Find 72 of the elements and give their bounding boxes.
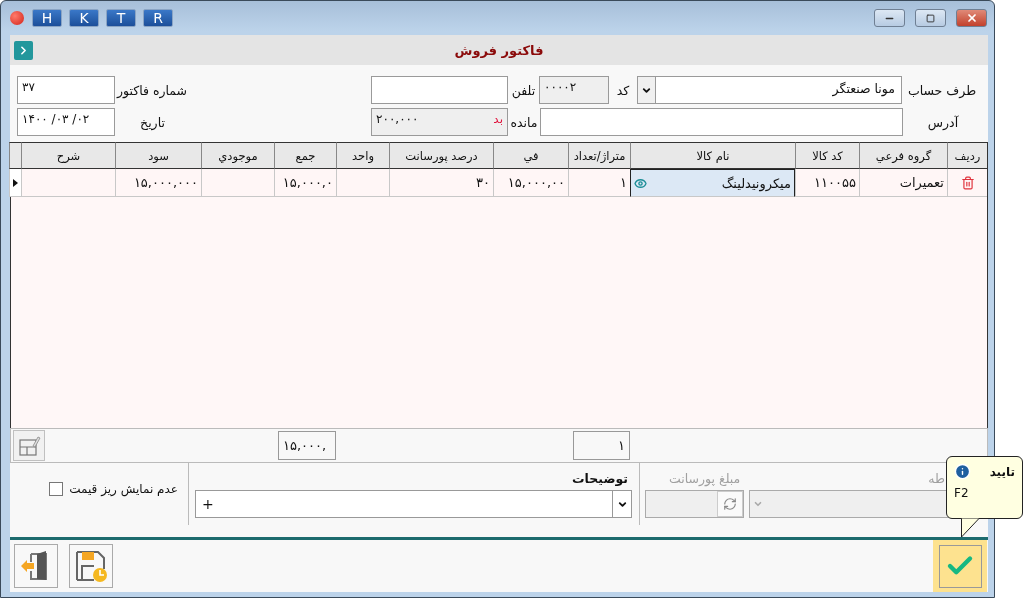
- table-cell[interactable]: میکرونیدلینگ: [630, 169, 795, 197]
- close-button[interactable]: [956, 9, 987, 27]
- toolbar-button[interactable]: H: [32, 9, 62, 27]
- column-header: واحد: [336, 142, 389, 169]
- row-marker-header: [9, 142, 21, 169]
- exit-button[interactable]: [14, 544, 58, 588]
- balance-value: ۲۰۰,۰۰۰: [376, 112, 419, 126]
- edit-grid-button[interactable]: [13, 430, 45, 461]
- column-header: درصد پورسانت: [389, 142, 493, 169]
- tooltip-text: F2: [954, 486, 970, 500]
- table-cell: ۱۵,۰۰۰,۰۰۰: [115, 169, 201, 197]
- address-field[interactable]: [540, 108, 903, 136]
- confirm-button[interactable]: [933, 540, 987, 592]
- column-header: ردیف: [947, 142, 987, 169]
- toolbar-button[interactable]: R: [143, 9, 173, 27]
- total-amount: ۱۵,۰۰۰,: [278, 431, 336, 460]
- column-header: متراژ/تعداد: [568, 142, 630, 169]
- table-cell: ۱۵,۰۰۰,۰۰: [493, 169, 568, 197]
- save-clock-icon: [74, 549, 108, 583]
- toolbar-button[interactable]: K: [69, 9, 99, 27]
- phone-field[interactable]: [371, 76, 508, 104]
- table-cell: تعمیرات: [859, 169, 947, 197]
- invoice-number-field[interactable]: ۳۷: [17, 76, 115, 104]
- balance-status: بد: [493, 112, 503, 126]
- tooltip-title: تایید: [989, 464, 1015, 479]
- field-label: تاریخ: [139, 114, 166, 130]
- table-cell: ۱: [568, 169, 630, 197]
- refresh-button[interactable]: [717, 491, 743, 517]
- field-label: کد: [615, 82, 631, 98]
- column-header: کد کالا: [795, 142, 859, 169]
- column-header: شرح: [21, 142, 115, 169]
- field-label: طرف حساب: [906, 82, 978, 98]
- dropdown-icon: [753, 499, 763, 509]
- checkbox-label: عدم نمایش ریز قیمت: [69, 482, 178, 496]
- notes-label: توضیحات: [572, 471, 628, 488]
- save-button[interactable]: [69, 544, 113, 588]
- total-quantity: ۱: [573, 431, 630, 460]
- app-icon: [10, 11, 24, 25]
- column-header: جمع: [274, 142, 336, 169]
- field-label: تلفن: [510, 82, 537, 98]
- form-title: فاکتور فروش: [454, 42, 544, 58]
- checkbox[interactable]: [49, 482, 64, 496]
- commission-label: مبلغ پورسانت: [669, 471, 741, 489]
- expand-button[interactable]: [14, 40, 33, 60]
- table-cell: ۱۱۰۰۵۵: [795, 169, 859, 197]
- minimize-button[interactable]: [874, 9, 905, 27]
- row-pointer-icon: [13, 178, 18, 187]
- delete-icon[interactable]: [960, 175, 975, 190]
- account-combobox[interactable]: مونا صنعتگر: [637, 76, 902, 104]
- close-icon: [965, 12, 978, 24]
- date-field[interactable]: ۱۴۰۰ /۰۳ /۰۲: [17, 108, 115, 136]
- column-header: موجودي: [201, 142, 274, 169]
- column-header: في: [493, 142, 568, 169]
- column-header: سود: [115, 142, 201, 169]
- toolbar-button[interactable]: T: [106, 9, 136, 27]
- table-cell: ۳۰: [389, 169, 493, 197]
- info-icon: [954, 463, 971, 480]
- column-header: نام کالا: [630, 142, 795, 169]
- region-label: طه: [928, 471, 945, 488]
- code-field[interactable]: ۰۰۰۰۲: [539, 76, 609, 104]
- notes-field[interactable]: +: [195, 490, 632, 518]
- column-header: گروه فرعي: [859, 142, 947, 169]
- refresh-icon: [723, 497, 737, 511]
- field-label: مانده: [509, 114, 539, 130]
- maximize-icon: [926, 13, 935, 23]
- field-label: شماره فاکتور: [115, 82, 187, 98]
- view-icon[interactable]: [634, 176, 647, 190]
- table-cell: [336, 169, 389, 197]
- table-cell: ۱۵,۰۰۰,۰: [274, 169, 336, 197]
- commission-field[interactable]: [645, 490, 744, 518]
- field-label: آدرس: [926, 114, 960, 130]
- maximize-button[interactable]: [915, 9, 946, 27]
